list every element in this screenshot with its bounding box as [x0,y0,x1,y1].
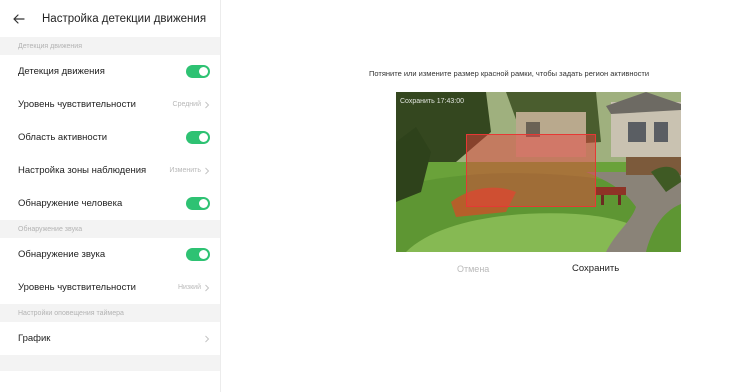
activity-area-toggle[interactable] [186,131,210,144]
chevron-right-icon [205,101,210,108]
human-detection-label: Обнаружение человека [18,198,123,209]
header: Настройка детекции движения [0,0,220,37]
zone-setup-label: Настройка зоны наблюдения [18,165,147,176]
schedule-chevron-wrap [204,335,210,343]
instruction-text: Потяните или измените размер красной рам… [369,69,650,78]
back-arrow-icon[interactable] [10,10,28,28]
human-detection-toggle[interactable] [186,197,210,210]
activity-region-frame[interactable] [466,134,596,207]
sound-detection-row: Обнаружение звука [0,238,220,271]
settings-panel: Настройка детекции движения Детекция дви… [0,0,221,392]
camera-preview: Сохранить 17:43:00 [396,92,681,252]
zone-setup-value: Изменить [169,167,201,174]
chevron-right-icon [205,335,210,342]
activity-area-row: Область активности [0,121,220,154]
zone-setup-row[interactable]: Настройка зоны наблюдения Изменить [0,154,220,187]
motion-detection-label: Детекция движения [18,66,105,77]
preview-timestamp: Сохранить 17:43:00 [400,98,464,105]
section-header-motion: Детекция движения [0,37,220,55]
motion-detection-toggle[interactable] [186,65,210,78]
chevron-right-icon [205,167,210,174]
region-editor: Потяните или измените размер красной рам… [221,0,754,392]
bottom-divider [0,355,220,371]
motion-sensitivity-value-wrap: Средний [173,101,210,109]
page-title: Настройка детекции движения [42,12,207,25]
motion-sensitivity-row[interactable]: Уровень чувствительности Средний [0,88,220,121]
motion-sensitivity-value: Средний [172,101,201,108]
section-header-sound: Обнаружение звука [0,220,220,238]
sound-sensitivity-label: Уровень чувствительности [18,282,136,293]
sound-sensitivity-row[interactable]: Уровень чувствительности Низкий [0,271,220,304]
activity-area-label: Область активности [18,132,108,143]
zone-setup-value-wrap: Изменить [169,167,210,175]
human-detection-row: Обнаружение человека [0,187,220,220]
sound-sensitivity-value: Низкий [177,284,201,291]
schedule-row[interactable]: График [0,322,220,355]
cancel-button[interactable]: Отмена [457,264,489,274]
sound-detection-label: Обнаружение звука [18,249,106,260]
schedule-label: График [18,333,51,344]
section-header-schedule: Настройки оповещения таймера [0,304,220,322]
sound-sensitivity-value-wrap: Низкий [178,284,210,292]
save-button[interactable]: Сохранить [572,263,619,274]
sound-detection-toggle[interactable] [186,248,210,261]
motion-detection-row: Детекция движения [0,55,220,88]
chevron-right-icon [205,284,210,291]
motion-sensitivity-label: Уровень чувствительности [18,99,136,110]
